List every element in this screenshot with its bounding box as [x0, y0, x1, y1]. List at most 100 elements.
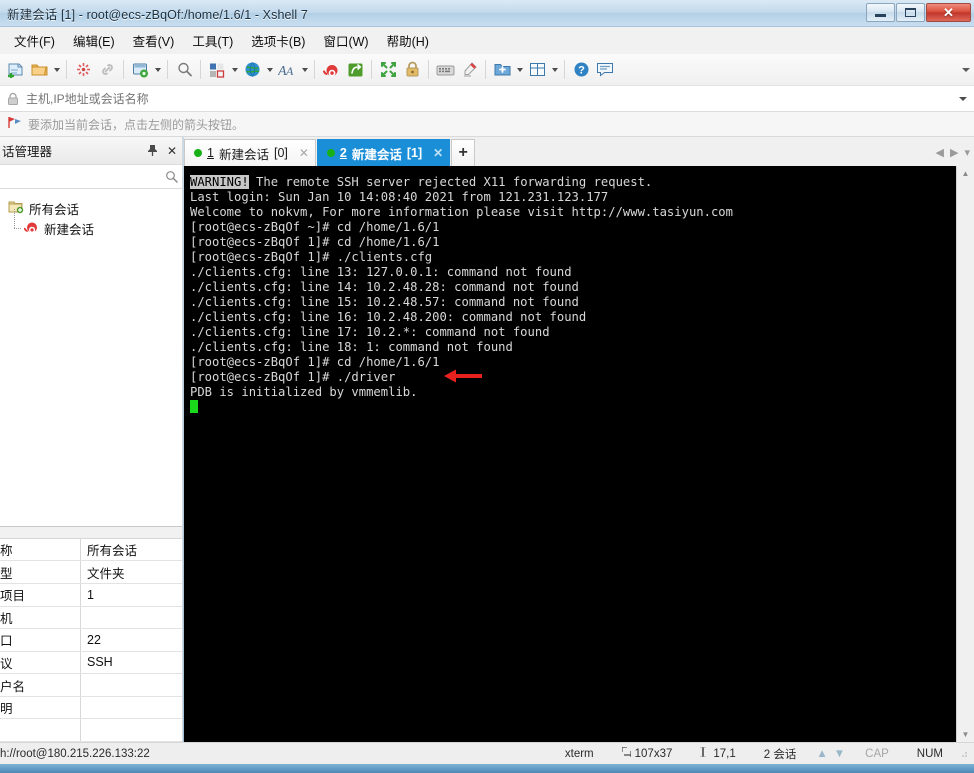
tab-next-icon[interactable]: ▶ [950, 146, 958, 159]
search-icon[interactable] [161, 170, 182, 183]
property-key: 项目 [0, 583, 81, 606]
menu-help[interactable]: 帮助(H) [378, 27, 438, 54]
tree-item-all-sessions[interactable]: 所有会话 [0, 198, 182, 218]
help-icon[interactable]: ? [569, 57, 593, 83]
fullscreen-icon[interactable] [376, 57, 400, 83]
folder-sessions-icon [8, 200, 24, 217]
tab-label: 新建会话 [351, 147, 402, 162]
menu-window[interactable]: 窗口(W) [314, 27, 377, 54]
minimize-button[interactable] [866, 3, 895, 22]
scroll-up-icon[interactable]: ▲ [962, 166, 970, 181]
chat-icon[interactable] [593, 57, 617, 83]
layout-dropdown-icon[interactable] [229, 57, 240, 83]
minimize-icon [875, 14, 886, 17]
table-row[interactable]: 明 [0, 696, 182, 720]
table-row[interactable]: 议 SSH [0, 651, 182, 675]
pin-icon[interactable] [142, 140, 162, 162]
notice-bar: 要添加当前会话，点击左侧的箭头按钮。 [0, 112, 974, 137]
property-value: 文件夹 [87, 566, 125, 581]
terminal-scrollbar[interactable]: ▲ ▼ [956, 166, 974, 742]
status-num-lock: NUM [916, 747, 943, 760]
tree-item-new-session[interactable]: 新建会话 [0, 209, 182, 238]
font-dropdown-icon[interactable] [299, 57, 310, 83]
table-row[interactable]: 机 [0, 606, 182, 630]
terminal-cursor [190, 400, 198, 413]
terminal-output[interactable]: WARNING! The remote SSH server rejected … [184, 166, 956, 742]
tab-suffix: [1] [406, 146, 423, 160]
property-key [0, 719, 81, 741]
add-folder-dropdown-icon[interactable] [514, 57, 525, 83]
property-key: 机 [0, 606, 81, 629]
property-value: 所有会话 [87, 544, 138, 559]
tab-close-icon[interactable]: ✕ [431, 146, 445, 160]
tab-close-icon[interactable]: ✕ [297, 146, 311, 160]
split-view-dropdown-icon[interactable] [549, 57, 560, 83]
layout-icon[interactable] [205, 57, 229, 83]
open-folder-dropdown-icon[interactable] [51, 57, 62, 83]
session-properties-dropdown-icon[interactable] [152, 57, 163, 83]
snail-icon[interactable] [319, 57, 343, 83]
session-manager-panel: 话管理器 ✕ 所有会话 新建会话 称 所有会话 型 文件夹 项目 1 机 口 2… [0, 137, 183, 742]
split-view-icon[interactable] [525, 57, 549, 83]
terminal-line: ./clients.cfg: line 14: 10.2.48.28: comm… [190, 280, 579, 294]
new-session-icon[interactable] [3, 57, 27, 83]
toolbar-separator [167, 60, 168, 79]
session-search-input[interactable] [0, 169, 161, 184]
tab-menu-icon[interactable]: ▾ [964, 146, 970, 159]
link-icon[interactable] [95, 57, 119, 83]
menu-view[interactable]: 查看(V) [124, 27, 184, 54]
terminal-line: [root@ecs-zBqOf 1]# cd /home/1.6/1 [190, 235, 440, 249]
resize-grip-icon[interactable] [957, 747, 971, 761]
tab-session-1[interactable]: 1 新建会话 [0] ✕ [184, 139, 316, 166]
session-manager-title: 话管理器 [2, 145, 53, 159]
tree-item-label: 新建会话 [44, 222, 95, 237]
menu-tools[interactable]: 工具(T) [183, 27, 242, 54]
keyboard-icon[interactable] [433, 57, 457, 83]
lock-icon[interactable] [400, 57, 424, 83]
disconnect-icon[interactable] [71, 57, 95, 83]
table-row[interactable]: 户名 [0, 674, 182, 697]
open-folder-icon[interactable] [27, 57, 51, 83]
menu-file[interactable]: 文件(F) [5, 27, 64, 54]
font-icon[interactable]: A A [275, 57, 299, 83]
address-dropdown-icon[interactable] [952, 86, 974, 112]
search-icon[interactable] [172, 57, 196, 83]
address-lock-icon [0, 92, 26, 106]
menu-tabs[interactable]: 选项卡(B) [242, 27, 314, 54]
menu-edit[interactable]: 编辑(E) [64, 27, 124, 54]
table-row[interactable]: 称 所有会话 [0, 538, 182, 562]
maximize-button[interactable] [896, 3, 925, 22]
globe-dropdown-icon[interactable] [264, 57, 275, 83]
table-row[interactable]: 型 文件夹 [0, 561, 182, 584]
green-transfer-icon[interactable] [343, 57, 367, 83]
highlight-pen-icon[interactable] [457, 57, 481, 83]
session-properties-table: 称 所有会话 型 文件夹 项目 1 机 口 22 议 SSH 户名 明 [0, 526, 182, 742]
size-icon [621, 746, 632, 760]
add-folder-icon[interactable] [490, 57, 514, 83]
panel-close-icon[interactable]: ✕ [162, 140, 182, 162]
scroll-down-icon[interactable]: ▼ [962, 727, 970, 742]
table-row[interactable]: 口 22 [0, 629, 182, 652]
address-input[interactable] [26, 91, 952, 106]
status-sessions: 2 会话 [763, 748, 797, 761]
svg-text:?: ? [578, 65, 585, 77]
table-row[interactable]: 项目 1 [0, 583, 182, 607]
tab-label: 新建会话 [218, 147, 269, 162]
maximize-icon [905, 8, 916, 17]
property-value [81, 674, 182, 696]
property-key: 称 [0, 538, 81, 561]
toolbar-overflow-icon[interactable] [958, 57, 974, 83]
tab-prev-icon[interactable]: ◀ [936, 146, 944, 159]
properties-header [0, 527, 182, 539]
close-button[interactable]: ✕ [926, 3, 971, 22]
new-tab-button[interactable]: + [451, 139, 476, 166]
session-properties-icon[interactable] [128, 57, 152, 83]
session-tree[interactable]: 所有会话 新建会话 [0, 189, 182, 526]
red-arrow-annotation-icon [444, 368, 482, 384]
svg-text:A: A [285, 64, 294, 78]
status-cursor-cell: 17,1 [686, 746, 749, 760]
tab-session-2[interactable]: 2 新建会话 [1] ✕ [316, 139, 451, 166]
toolbar-separator [123, 60, 124, 79]
property-key: 型 [0, 561, 81, 583]
globe-icon[interactable] [240, 57, 264, 83]
